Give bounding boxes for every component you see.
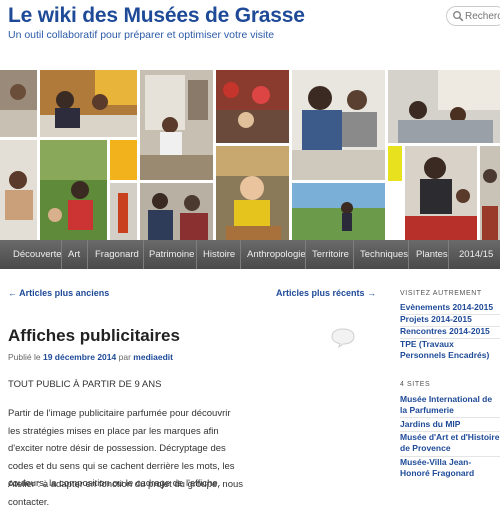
sidebar-link-projets[interactable]: Projets 2014-2015 <box>400 314 500 325</box>
nav-separator <box>240 240 241 269</box>
banner-photo <box>216 146 289 240</box>
banner-photo <box>292 70 385 180</box>
site-header: Le wiki des Musées de Grasse Un outil co… <box>0 0 500 70</box>
older-posts-link[interactable]: ← Articles plus anciens <box>8 288 109 298</box>
nav-item-territoire[interactable]: Territoire <box>312 240 349 269</box>
sidebar-link-evenements[interactable]: Evènements 2014-2015 <box>400 302 500 313</box>
banner-photo <box>110 183 137 240</box>
nav-separator <box>408 240 409 269</box>
meta-prefix: Publié le <box>8 352 41 362</box>
sidebar-link-jardins[interactable]: Jardins du MIP <box>400 419 500 430</box>
entry-meta: Publié le 19 décembre 2014 par mediaedit <box>8 352 173 362</box>
sidebar: VISITEZ AUTREMENT Evènements 2014-2015 P… <box>400 269 500 500</box>
banner-photo <box>140 70 213 180</box>
widget-title-visitez: VISITEZ AUTREMENT <box>400 290 482 297</box>
header-banner-collage <box>0 70 500 240</box>
nav-separator <box>61 240 62 269</box>
search-box[interactable] <box>446 6 500 26</box>
main-content: ← Articles plus anciens Articles plus ré… <box>0 269 376 508</box>
nav-item-plantes[interactable]: Plantes <box>416 240 448 269</box>
sidebar-link-mahp[interactable]: Musée d'Art et d'Histoire de Provence <box>400 432 500 454</box>
nav-separator <box>305 240 306 269</box>
banner-photo <box>388 70 500 143</box>
banner-photo <box>0 140 37 240</box>
nav-item-techniques[interactable]: Techniques <box>360 240 408 269</box>
nav-item-decouverte[interactable]: Découverte <box>13 240 62 269</box>
entry-author[interactable]: mediaedit <box>133 352 173 362</box>
meta-by: par <box>118 352 131 362</box>
banner-photo <box>480 146 500 240</box>
main-navigation: Découverte Art Fragonard Patrimoine Hist… <box>0 240 500 269</box>
nav-item-patrimoine[interactable]: Patrimoine <box>149 240 194 269</box>
sidebar-link-rencontres[interactable]: Rencontres 2014-2015 <box>400 326 500 337</box>
nav-separator <box>196 240 197 269</box>
banner-photo <box>292 183 385 240</box>
nav-separator <box>87 240 88 269</box>
newer-posts-link[interactable]: Articles plus récents → <box>276 288 376 298</box>
banner-photo <box>216 70 289 143</box>
search-input[interactable] <box>465 9 500 23</box>
nav-item-histoire[interactable]: Histoire <box>203 240 235 269</box>
banner-photo <box>110 140 137 180</box>
site-description: Un outil collaboratif pour préparer et o… <box>8 29 275 41</box>
entry-title[interactable]: Affiches publicitaires <box>8 326 180 346</box>
nav-item-fragonard[interactable]: Fragonard <box>95 240 139 269</box>
site-title[interactable]: Le wiki des Musées de Grasse <box>8 4 305 28</box>
nav-item-art[interactable]: Art <box>68 240 80 269</box>
comment-bubble-icon[interactable] <box>330 327 356 349</box>
nav-separator <box>353 240 354 269</box>
entry-paragraph-audience: TOUT PUBLIC À PARTIR DE 9 ANS <box>8 379 162 390</box>
sidebar-separator <box>400 417 500 418</box>
entry-date[interactable]: 19 décembre 2014 <box>43 352 116 362</box>
search-icon <box>453 11 464 22</box>
banner-photo <box>40 70 137 137</box>
banner-photo <box>0 70 37 137</box>
banner-photo <box>140 183 213 240</box>
banner-photo <box>40 140 107 240</box>
sidebar-link-tpe[interactable]: TPE (Travaux Personnels Encadrés) <box>400 339 500 361</box>
sidebar-link-villa-fragonard[interactable]: Musée-Villa Jean-Honoré Fragonard <box>400 457 500 479</box>
banner-photo <box>388 146 402 181</box>
nav-separator <box>143 240 144 269</box>
nav-separator <box>448 240 449 269</box>
banner-photo <box>405 146 477 240</box>
nav-item-2014-15[interactable]: 2014/15 <box>459 240 493 269</box>
entry-paragraph-atelier: Atelier : à adapter en fonction du proje… <box>8 479 244 508</box>
nav-item-anthropologie[interactable]: Anthropologie <box>247 240 306 269</box>
widget-title-4-sites: 4 SITES <box>400 381 431 388</box>
sidebar-link-mip[interactable]: Musée International de la Parfumerie <box>400 394 500 416</box>
